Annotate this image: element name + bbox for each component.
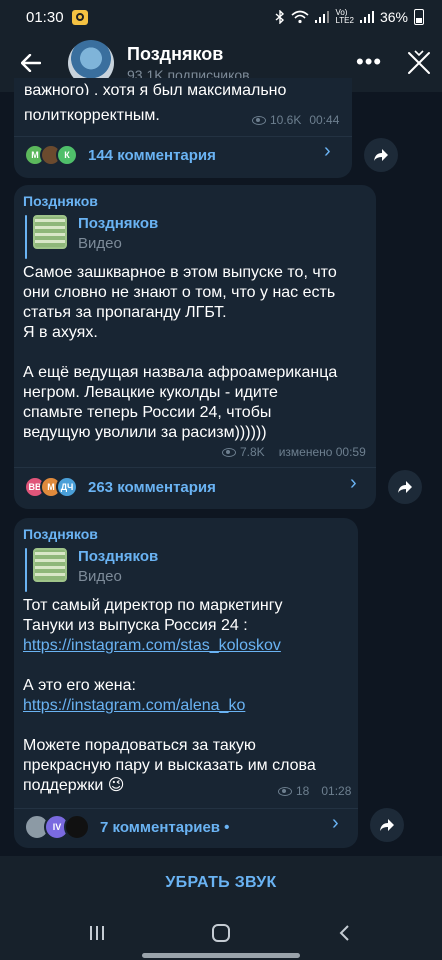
message-link[interactable]: https://instagram.com/stas_koloskov	[23, 636, 281, 656]
signal-icon-2	[359, 11, 374, 23]
comments-label: 263 комментария	[88, 478, 216, 496]
mute-bar[interactable]: УБРАТЬ ЗВУК	[0, 856, 442, 910]
notification-app-icon	[71, 9, 88, 25]
eye-icon	[222, 447, 236, 457]
share-button[interactable]	[364, 138, 398, 172]
message-meta: 7.8K изменено 00:59	[222, 445, 366, 459]
battery-percent: 36%	[379, 9, 408, 25]
chevron-right-icon[interactable]: ›	[332, 812, 339, 835]
forward-source-name: Поздняков	[78, 215, 159, 232]
forward-info: Поздняков Видео	[78, 215, 158, 259]
back-arrow-icon	[21, 54, 41, 72]
message-bubble[interactable]: Поздняков Поздняков Видео Самое зашкварн…	[14, 185, 376, 509]
signal-icon	[315, 11, 330, 23]
back-button[interactable]	[18, 50, 44, 76]
message-sender: Поздняков	[23, 526, 98, 542]
forward-source-type: Видео	[78, 235, 122, 252]
gesture-pill[interactable]	[142, 953, 300, 958]
message-text: политкорректным.	[24, 107, 160, 124]
forward-thumbnail	[33, 548, 67, 582]
wifi-icon	[291, 10, 309, 24]
message-time: 01:28	[321, 784, 352, 798]
nav-back-icon[interactable]	[338, 924, 352, 942]
channel-info[interactable]: Поздняков 93.1K подписчиков	[127, 44, 250, 83]
message-bubble[interactable]: важного) , хотя я был максимально политк…	[14, 78, 352, 178]
status-bar: 01:30 Vo) LTE2 36%	[0, 0, 442, 34]
lte-label: Vo) LTE2	[335, 8, 354, 25]
message-text: Самое зашкварное в этом выпуске то, что …	[23, 264, 338, 441]
home-icon[interactable]	[211, 924, 231, 942]
forward-info: Поздняков Видео	[78, 548, 158, 592]
battery-icon	[414, 9, 424, 25]
comments-label: 7 комментариев •	[100, 818, 230, 836]
eye-icon	[278, 786, 292, 796]
forward-source-name: Поздняков	[78, 548, 159, 565]
comments-label: 144 комментария	[88, 146, 216, 164]
view-count: 18	[296, 784, 310, 798]
comments-row[interactable]: М К 144 комментария	[24, 144, 216, 166]
message-sender: Поздняков	[23, 193, 98, 209]
mute-button[interactable]: УБРАТЬ ЗВУК	[165, 874, 276, 892]
view-count: 10.6K	[270, 113, 302, 127]
chevron-right-icon[interactable]: ›	[350, 472, 357, 495]
message-text: Тот самый директор по маркетингу Тануки …	[23, 597, 283, 634]
comments-row[interactable]: ВВ М ДЧ 263 комментария	[24, 476, 216, 498]
forward-source-type: Видео	[78, 568, 122, 585]
message-meta: 10.6K 00:44	[252, 113, 339, 127]
share-button[interactable]	[370, 808, 404, 842]
view-count: 7.8K	[240, 445, 265, 459]
share-icon	[398, 481, 412, 493]
message-bubble[interactable]: Поздняков Поздняков Видео Тот самый дире…	[14, 518, 358, 848]
chevron-right-icon[interactable]: ›	[324, 140, 331, 163]
channel-title: Поздняков	[127, 43, 224, 64]
forwarded-header[interactable]: Поздняков Видео	[25, 215, 158, 259]
commenter-avatar: ДЧ	[56, 476, 78, 498]
message-text-partial: важного) , хотя я был максимально	[24, 82, 287, 95]
commenter-avatar: К	[56, 144, 78, 166]
share-icon	[380, 819, 394, 831]
message-time: изменено 00:59	[278, 445, 366, 459]
message-meta: 18 01:28	[278, 784, 351, 798]
comments-row[interactable]: IV 7 комментариев •	[24, 814, 229, 840]
divider	[14, 467, 376, 468]
message-text: А это его жена:	[23, 677, 136, 694]
forward-bar	[25, 215, 27, 259]
recents-icon[interactable]	[88, 924, 106, 942]
message-time: 00:44	[309, 113, 340, 127]
status-time: 01:30	[26, 8, 64, 26]
share-button[interactable]	[388, 470, 422, 504]
eye-icon	[252, 115, 266, 125]
status-icons: Vo) LTE2 36%	[275, 9, 424, 25]
message-link[interactable]: https://instagram.com/alena_ko	[23, 696, 245, 716]
more-icon[interactable]: •••	[356, 51, 382, 73]
system-navbar	[0, 910, 442, 960]
divider	[14, 808, 358, 809]
commenter-avatar	[64, 814, 90, 840]
forwarded-header[interactable]: Поздняков Видео	[25, 548, 158, 592]
close-icon[interactable]	[404, 48, 434, 78]
bluetooth-icon	[275, 10, 285, 24]
share-icon	[374, 149, 388, 161]
forward-bar	[25, 548, 27, 592]
divider	[14, 136, 352, 137]
message-text: Можете порадоваться за такую прекрасную …	[23, 737, 316, 794]
forward-thumbnail	[33, 215, 67, 249]
